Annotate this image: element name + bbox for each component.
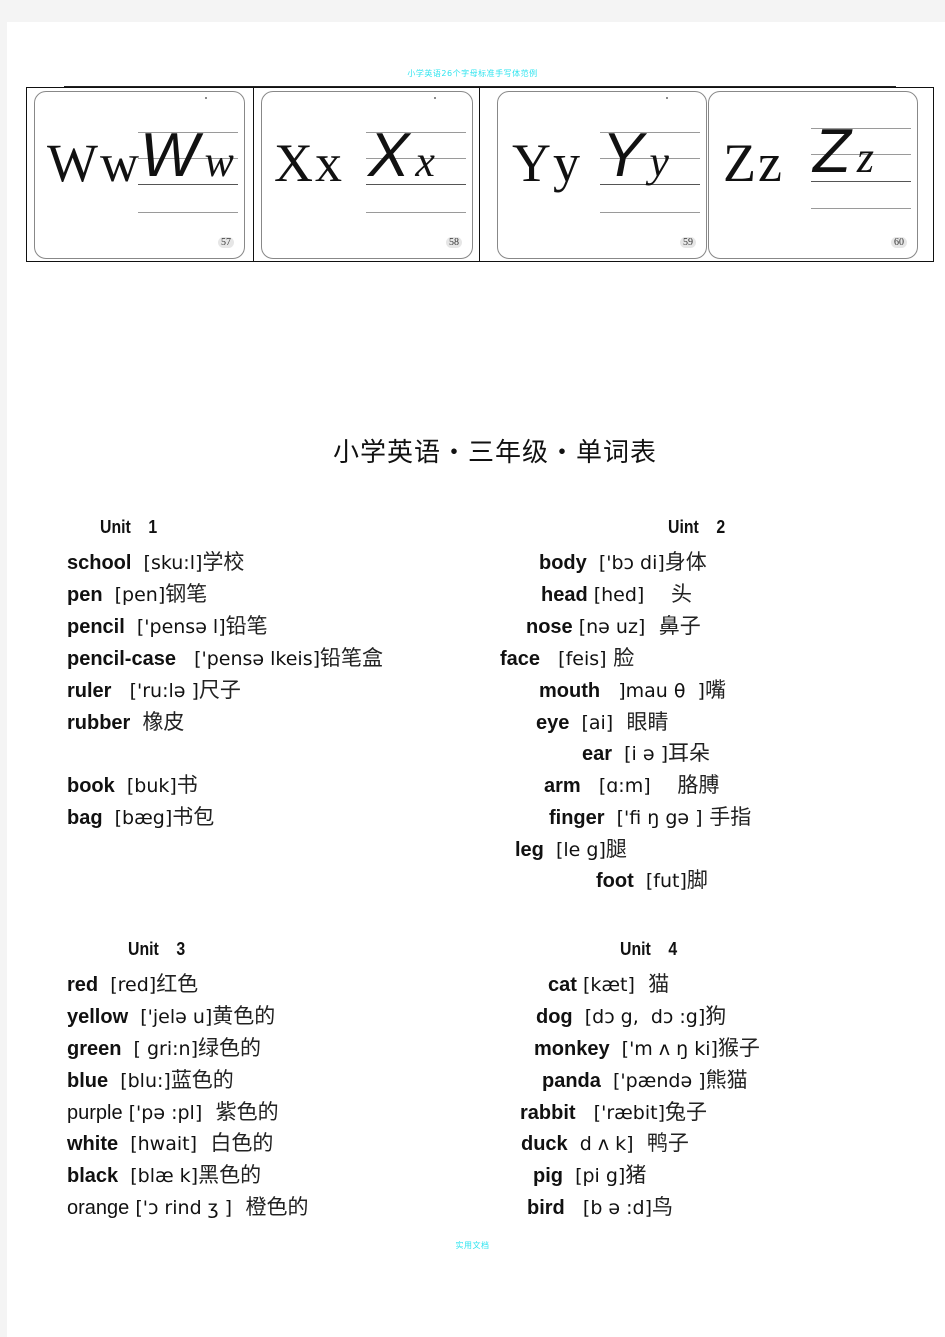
word-entry: ruler ['ru:lə ]尺子 — [67, 678, 241, 702]
word-entry: pig [pi g]猪 — [533, 1163, 647, 1187]
word-entry: body ['bɔ di]身体 — [539, 550, 707, 574]
unit-3-heading: Unit 3 — [128, 939, 186, 959]
word-entry: duck d ʌ k] 鸭子 — [521, 1131, 689, 1155]
word-entry: bird [b ə :d]鸟 — [527, 1195, 674, 1219]
unit-4-heading: Unit 4 — [620, 939, 678, 959]
letter-card-z: Zz Zz 60 — [708, 91, 918, 259]
document-title: 小学英语・三年级・单词表 — [332, 438, 657, 468]
word-entry: cat [kæt] 猫 — [548, 972, 670, 996]
footer-note: 实用文档 — [455, 1241, 490, 1250]
word-entry: blue [blu:]蓝色的 — [67, 1068, 234, 1092]
print-letters: Xx — [274, 133, 344, 193]
handwriting-lines: Ww — [138, 121, 238, 218]
handwriting-letters: Zz — [813, 117, 874, 186]
letter-card-w: Ww Ww 57 — [34, 91, 245, 259]
word-entry: eye [ai] 眼睛 — [536, 710, 669, 734]
header-note: 小学英语26个字母标准手写体范例 — [407, 69, 538, 78]
word-entry: head [hed] 头 — [541, 582, 693, 606]
handwriting-lines: Zz — [811, 117, 911, 214]
word-entry: dog [dɔ g, dɔ :g]狗 — [536, 1004, 727, 1028]
table-divider — [479, 88, 480, 261]
word-entry: bag [bæg]书包 — [67, 805, 215, 829]
card-dot — [666, 97, 668, 99]
print-letters: Yy — [512, 133, 582, 193]
word-entry: orange ['ɔ rind ʒ ] 橙色的 — [67, 1195, 309, 1219]
unit-1-heading: Unit 1 — [100, 517, 158, 537]
word-entry: monkey ['m ʌ ŋ ki]猴子 — [534, 1036, 760, 1060]
word-entry: black [blæ k]黑色的 — [67, 1163, 262, 1187]
print-letters: Ww — [47, 133, 141, 193]
word-entry: leg [le g]腿 — [515, 837, 627, 861]
card-dot — [434, 97, 436, 99]
word-entry: pencil ['pensə l]铅笔 — [67, 614, 268, 638]
table-divider — [253, 88, 254, 261]
card-number: 59 — [680, 237, 696, 248]
word-entry: rabbit ['ræbit]兔子 — [520, 1100, 707, 1124]
card-number: 57 — [218, 237, 234, 248]
word-entry: nose [nə uz] 鼻子 — [526, 614, 701, 638]
card-number: 60 — [891, 237, 907, 248]
handwriting-letters: Yy — [602, 121, 669, 190]
word-entry: panda ['pændə ]熊猫 — [542, 1068, 748, 1092]
letter-card-x: Xx Xx 58 — [261, 91, 473, 259]
word-entry: pencil-case ['pensə lkeis]铅笔盒 — [67, 646, 384, 670]
card-number: 58 — [446, 237, 462, 248]
word-entry: foot [fut]脚 — [596, 868, 708, 892]
word-entry: red [red]红色 — [67, 972, 199, 996]
unit-2-heading: Uint 2 — [668, 517, 726, 537]
word-entry: green [ gri:n]绿色的 — [67, 1036, 262, 1060]
word-entry: purple ['pə :pl] 紫色的 — [67, 1100, 279, 1124]
word-entry: finger ['fi ŋ gə ] 手指 — [549, 805, 752, 829]
handwriting-letters: Xx — [368, 121, 435, 190]
word-entry: book [buk]书 — [67, 773, 198, 797]
word-entry: white [hwait] 白色的 — [67, 1131, 274, 1155]
handwriting-letters: Ww — [140, 121, 234, 190]
word-entry: school [sku:l]学校 — [67, 550, 245, 574]
handwriting-lines: Xx — [366, 121, 466, 218]
handwriting-lines: Yy — [600, 121, 700, 218]
word-entry: arm [ɑ:m] 胳膊 — [544, 773, 720, 797]
card-dot — [205, 97, 207, 99]
print-letters: Zz — [723, 133, 784, 193]
word-entry: ear [i ə ]耳朵 — [582, 741, 710, 765]
word-entry: face [feis] 脸 — [500, 646, 635, 670]
word-entry: yellow ['jelə u]黄色的 — [67, 1004, 276, 1028]
word-entry: pen [pen]钢笔 — [67, 582, 208, 606]
word-entry: mouth ]mau θ ]嘴 — [539, 678, 726, 702]
word-entry: rubber 橡皮 — [67, 710, 185, 734]
letter-card-y: Yy Yy 59 — [497, 91, 707, 259]
